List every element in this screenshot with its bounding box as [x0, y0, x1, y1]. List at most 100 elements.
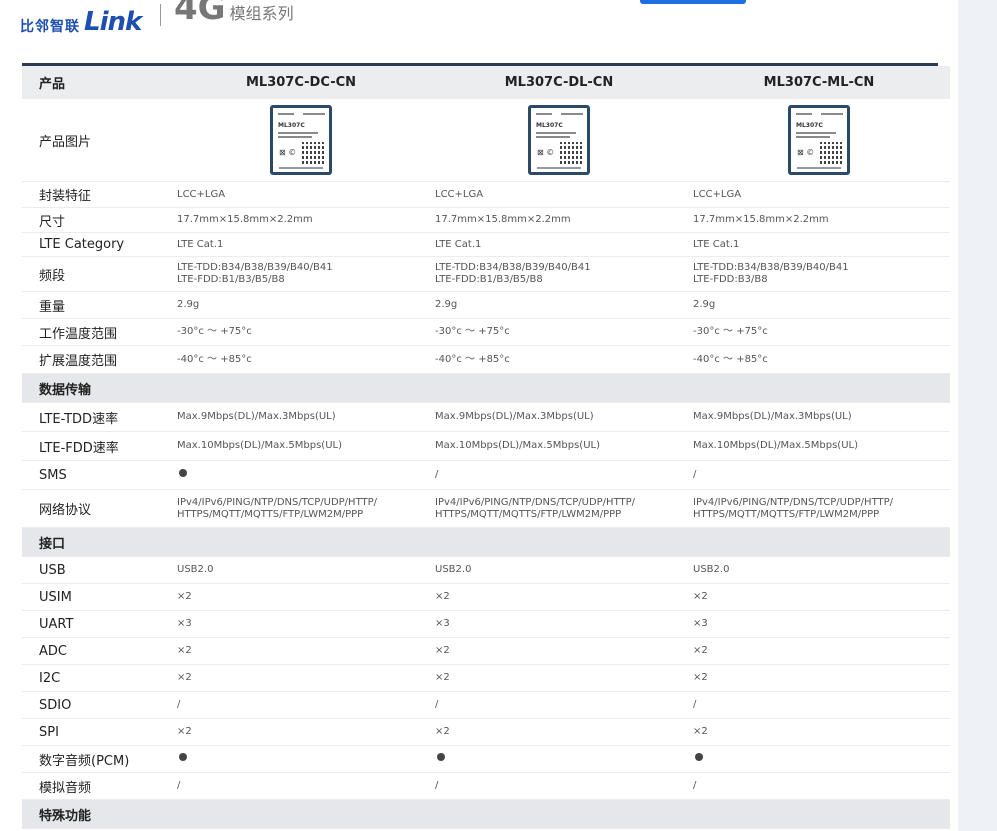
chip-model-text: ML307C: [278, 122, 305, 129]
spec-value: ×2: [172, 664, 430, 692]
spec-value: ×2: [688, 583, 950, 611]
spec-value: ×2: [430, 583, 688, 611]
chip-footer-line: [537, 167, 581, 169]
qr-code-overlay: [560, 142, 582, 164]
spec-value: /: [688, 772, 950, 800]
logo-link-text: Link: [84, 7, 142, 37]
spec-value: 2.9g: [430, 291, 688, 319]
spec-row-row: 扩展温度范围 -40°c ～ +85°c -40°c ～ +85°c -40°c ～ …: [22, 345, 950, 374]
spec-value: ×2: [688, 637, 950, 665]
spec-row-row: 网络协议 IPv4/IPv6/PING/NTP/DNS/TCP/UDP/HTTP/…: [22, 489, 950, 528]
spec-value: LTE-TDD:B34/B38/B39/B40/B41 LTE-FDD:B1/B3…: [430, 256, 688, 292]
chip-marking-line: [796, 132, 836, 134]
row-label: 数字音频(PCM): [22, 745, 172, 773]
spec-value-text: Max.9Mbps(DL)/Max.3Mbps(UL): [435, 411, 594, 422]
spec-row-spi: SPI ×2 ×2 ×2: [22, 718, 950, 746]
chip-marking-line: [278, 113, 294, 115]
spec-value-line: IPv4/IPv6/PING/NTP/DNS/TCP/UDP/HTTP/: [435, 496, 636, 508]
row-label: 封装特征: [22, 181, 172, 208]
spec-value: IPv4/IPv6/PING/NTP/DNS/TCP/UDP/HTTP/HTTP…: [688, 489, 950, 528]
chip-marking-line: [796, 136, 830, 138]
spec-value: ×2: [172, 718, 430, 746]
spec-value-text: ×2: [177, 672, 192, 683]
spec-value-line: HTTPS/MQTT/MQTTS/FTP/LWM2M/PPP: [177, 508, 364, 520]
spec-value-text: ×3: [177, 618, 192, 629]
spec-table: 产品 ML307C-DC-CN ML307C-DL-CN ML307C-ML-CN 产品…: [22, 63, 950, 829]
spec-value-text: -40°c ～ +85°c: [435, 353, 510, 365]
row-label: 网络协议: [22, 489, 172, 528]
spec-value: LTE Cat.1: [172, 232, 430, 257]
spec-row-pcm: 数字音频(PCM): [22, 745, 950, 773]
series-title-label: 模组系列: [229, 4, 294, 23]
section-title: 接口: [22, 527, 950, 557]
section-title: 特殊功能: [22, 799, 950, 829]
spec-value-text: ×3: [435, 618, 450, 629]
header-action-button[interactable]: [640, 0, 746, 4]
chip-marking-line: [561, 113, 583, 115]
spec-value-text: ×2: [693, 591, 708, 602]
qr-code-overlay: [820, 142, 842, 164]
chip-marking-line: [536, 136, 570, 138]
spec-value: IPv4/IPv6/PING/NTP/DNS/TCP/UDP/HTTP/HTTP…: [172, 489, 430, 528]
spec-value: -30°c ～ +75°c: [430, 318, 688, 346]
header: 比邻智联 Link 4G 模组系列: [0, 0, 958, 40]
compliance-symbols-icon: ⊠ ©: [537, 148, 555, 157]
row-label: 重量: [22, 291, 172, 319]
spec-value-line: LTE-TDD:B34/B38/B39/B40/B41: [693, 262, 849, 273]
page: 比邻智联 Link 4G 模组系列 产品 ML307C-DC-CN ML307C-D…: [0, 0, 958, 831]
spec-value-line: IPv4/IPv6/PING/NTP/DNS/TCP/UDP/HTTP/: [693, 496, 894, 508]
spec-value: /: [688, 460, 950, 490]
spec-value-text: /: [693, 469, 697, 480]
module-chip-image: ML307C ⊠ ©: [788, 105, 850, 175]
section-data-transfer: 数据传输: [22, 373, 950, 403]
spec-value: 17.7mm×15.8mm×2.2mm: [430, 207, 688, 233]
spec-value-text: 2.9g: [435, 299, 458, 310]
spec-value-text: 2.9g: [177, 299, 200, 310]
spec-value-line: LTE-TDD:B34/B38/B39/B40/B41: [177, 262, 333, 273]
chip-marking-line: [536, 132, 576, 134]
spec-value: -40°c ～ +85°c: [430, 345, 688, 374]
spec-value: LTE Cat.1: [430, 232, 688, 257]
spec-row-adc: ADC ×2 ×2 ×2: [22, 637, 950, 665]
spec-value: [172, 745, 430, 773]
spec-value-line: IPv4/IPv6/PING/NTP/DNS/TCP/UDP/HTTP/: [177, 496, 378, 508]
spec-value-text: /: [693, 780, 697, 791]
supported-dot-icon: [179, 469, 187, 477]
spec-value: Max.10Mbps(DL)/Max.5Mbps(UL): [430, 431, 688, 461]
product-name: ML307C-DL-CN: [430, 66, 688, 99]
spec-value: IPv4/IPv6/PING/NTP/DNS/TCP/UDP/HTTP/HTTP…: [430, 489, 688, 528]
chip-footer-line: [279, 167, 323, 169]
product-image-row: 产品图片 ML307C ⊠ © ML307C ⊠ © ML307C ⊠ ©: [22, 98, 950, 182]
module-chip-image: ML307C ⊠ ©: [528, 105, 590, 175]
spec-value-text: LTE Cat.1: [177, 238, 224, 250]
row-label: LTE Category: [22, 232, 172, 257]
chip-footer-line: [797, 167, 841, 169]
spec-row-sms: SMS / /: [22, 460, 950, 490]
spec-value: ×3: [688, 610, 950, 638]
section-title: 数据传输: [22, 373, 950, 403]
chip-marking-line: [821, 113, 843, 115]
spec-value-text: ×2: [435, 645, 450, 656]
spec-value: 17.7mm×15.8mm×2.2mm: [688, 207, 950, 233]
header-label: 产品: [22, 66, 172, 99]
spec-value: ×2: [688, 664, 950, 692]
spec-value: ×3: [172, 610, 430, 638]
spec-row-row: 尺寸 17.7mm×15.8mm×2.2mm 17.7mm×15.8mm×2.2mm…: [22, 207, 950, 233]
spec-row-row: 封装特征 LCC+LGA LCC+LGA LCC+LGA: [22, 181, 950, 208]
spec-value: LCC+LGA: [688, 181, 950, 208]
spec-row-uart: UART ×3 ×3 ×3: [22, 610, 950, 638]
brand-logo[interactable]: 比邻智联 Link: [20, 6, 142, 37]
spec-value-text: USB2.0: [693, 564, 730, 575]
spec-value-text: -30°c ～ +75°c: [435, 326, 510, 337]
row-label: USB: [22, 556, 172, 584]
spec-value-text: LTE Cat.1: [435, 238, 482, 250]
spec-value: /: [172, 691, 430, 719]
spec-value-line: HTTPS/MQTT/MQTTS/FTP/LWM2M/PPP: [435, 508, 622, 520]
spec-value-text: /: [435, 780, 439, 791]
spec-value: -40°c ～ +85°c: [172, 345, 430, 374]
chip-marking-line: [278, 132, 318, 134]
compliance-symbols-icon: ⊠ ©: [797, 148, 815, 157]
spec-value: /: [430, 772, 688, 800]
spec-value: /: [430, 691, 688, 719]
row-label: 扩展温度范围: [22, 345, 172, 374]
